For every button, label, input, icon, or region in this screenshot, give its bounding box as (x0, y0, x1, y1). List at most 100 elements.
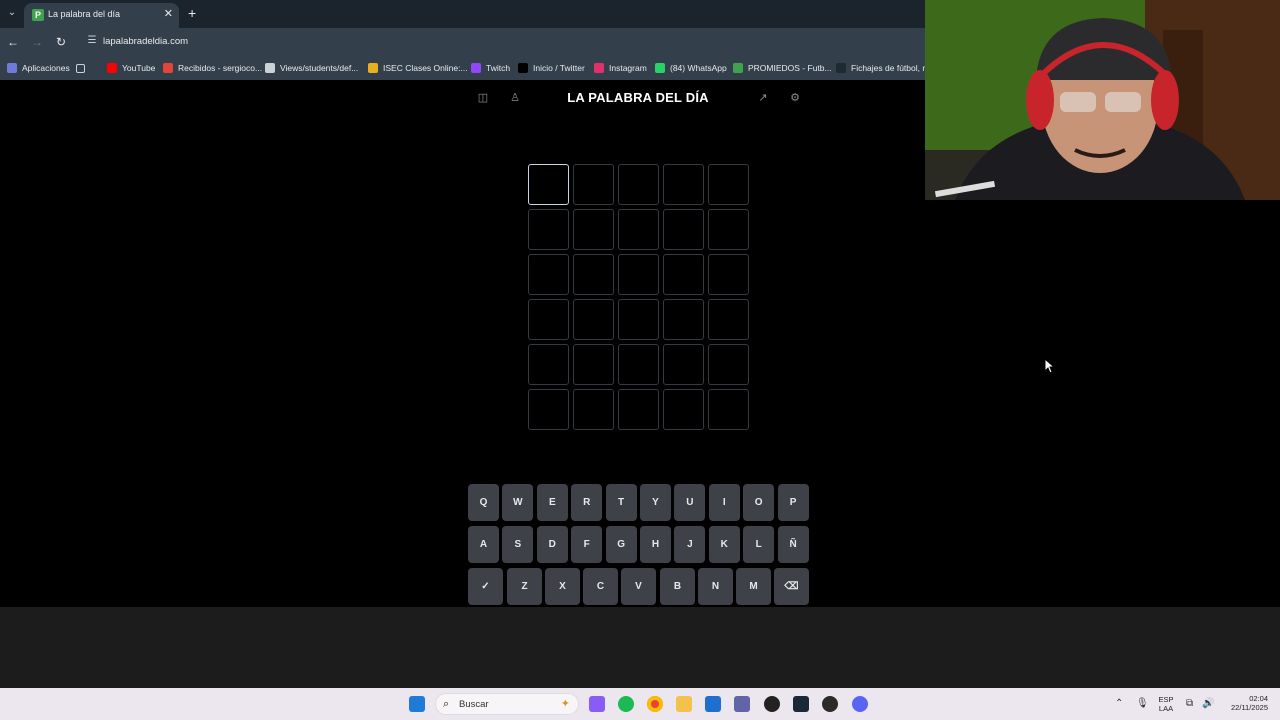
store-icon[interactable] (705, 696, 721, 712)
key-r[interactable]: R (571, 484, 603, 521)
browser-tab[interactable]: P La palabra del día ✕ (24, 3, 179, 28)
microphone-icon[interactable]: 🎙 (1136, 698, 1149, 710)
board-cell (528, 164, 569, 205)
chrome-icon[interactable] (647, 696, 663, 712)
reload-icon[interactable]: ↻ (53, 34, 69, 50)
volume-icon[interactable]: 🔊 (1202, 698, 1214, 710)
obs-icon[interactable] (764, 696, 780, 712)
teams-icon[interactable] (734, 696, 750, 712)
bookmark-promiedos[interactable]: PROMIEDOS - Futb... (733, 62, 832, 74)
key-h[interactable]: H (640, 526, 671, 563)
bookmark-instagram[interactable]: Instagram (594, 62, 647, 74)
lang-top: ESP (1158, 695, 1174, 704)
settings-icon[interactable]: ⚙ (788, 91, 802, 105)
discord-icon[interactable] (852, 696, 868, 712)
key-m[interactable]: M (736, 568, 771, 605)
key-a[interactable]: A (468, 526, 499, 563)
lang-bottom: LAA (1158, 704, 1174, 713)
bookmark-fichajes[interactable]: Fichajes de fútbol, r... (836, 62, 932, 74)
key-b[interactable]: B (660, 568, 695, 605)
bookmark-label: (84) WhatsApp (670, 63, 727, 73)
x-icon (518, 63, 528, 73)
tab-search-icon[interactable]: ⌄ (4, 5, 20, 21)
key-u[interactable]: U (674, 484, 706, 521)
taskbar-search[interactable]: ⌕ Buscar ✦ (435, 693, 579, 715)
copilot-icon[interactable] (589, 696, 605, 712)
key-k[interactable]: K (708, 526, 740, 563)
language-indicator[interactable]: ESP LAA (1156, 695, 1176, 713)
steam-icon[interactable] (793, 696, 809, 712)
bookmark-twitter[interactable]: Inicio / Twitter (518, 62, 585, 74)
key-c[interactable]: C (583, 568, 618, 605)
backspace-key[interactable]: ⌫ (774, 568, 809, 605)
browser-toolbar: ← → ↻ ☰ lapalabradeldia.com (0, 28, 925, 55)
key-l[interactable]: L (743, 526, 775, 563)
windows-start-icon[interactable] (409, 696, 425, 712)
bookmark-views[interactable]: Views/students/def... (265, 62, 358, 74)
key-ñ[interactable]: Ñ (777, 526, 809, 563)
isec-icon (368, 63, 378, 73)
spotify-icon[interactable] (618, 696, 634, 712)
key-t[interactable]: T (605, 484, 637, 521)
bookmark-youtube[interactable]: YouTube (107, 62, 155, 74)
transfermarkt-icon (836, 63, 846, 73)
key-n[interactable]: N (698, 568, 733, 605)
bookmark-label: Twitch (486, 63, 511, 73)
key-f[interactable]: F (571, 526, 603, 563)
board-cell (708, 209, 749, 250)
bookmark-label: Recibidos - sergioco... (178, 63, 263, 73)
board-cell (528, 254, 569, 295)
bookmark-gmail[interactable]: Recibidos - sergioco... (163, 62, 262, 74)
bookmark-twitch[interactable]: Twitch (471, 62, 510, 74)
bookmark-isec[interactable]: ISEC Clases Online:... (368, 62, 468, 74)
board-cell (663, 254, 704, 295)
board-cell (618, 389, 659, 430)
key-x[interactable]: X (545, 568, 580, 605)
promiedos-icon (733, 63, 743, 73)
bookmark-label: Aplicaciones (22, 63, 70, 73)
sidebar-icon[interactable]: ◫ (476, 91, 490, 105)
board-cell (663, 299, 704, 340)
key-j[interactable]: J (674, 526, 706, 563)
key-v[interactable]: V (621, 568, 656, 605)
board-cell (708, 254, 749, 295)
tab-title: La palabra del día (48, 9, 121, 19)
new-tab-button[interactable]: + (188, 5, 196, 21)
tab-grid-button[interactable] (76, 62, 90, 74)
bookmark-label: Instagram (609, 63, 647, 73)
enter-key[interactable]: ✓ (468, 568, 503, 605)
bookmark-whatsapp[interactable]: (84) WhatsApp (655, 62, 727, 74)
key-d[interactable]: D (536, 526, 568, 563)
forward-icon[interactable]: → (29, 34, 45, 50)
address-bar[interactable]: ☰ lapalabradeldia.com (80, 31, 920, 52)
key-w[interactable]: W (502, 484, 534, 521)
key-i[interactable]: I (708, 484, 740, 521)
board-cell (618, 209, 659, 250)
key-p[interactable]: P (777, 484, 809, 521)
key-y[interactable]: Y (640, 484, 671, 521)
board-cell (663, 164, 704, 205)
key-s[interactable]: S (502, 526, 534, 563)
key-o[interactable]: O (743, 484, 775, 521)
bookmark-label: PROMIEDOS - Futb... (748, 63, 832, 73)
key-q[interactable]: Q (468, 484, 499, 521)
key-g[interactable]: G (605, 526, 637, 563)
board-cell (663, 344, 704, 385)
board-cell (528, 209, 569, 250)
network-icon[interactable]: ⧉ (1186, 698, 1193, 710)
key-e[interactable]: E (536, 484, 568, 521)
clock[interactable]: 02:04 22/11/2025 (1222, 694, 1268, 712)
epic-icon[interactable] (822, 696, 838, 712)
stats-icon[interactable]: ↗ (756, 91, 770, 105)
back-icon[interactable]: ← (5, 34, 21, 50)
file-explorer-icon[interactable] (676, 696, 692, 712)
close-tab-icon[interactable]: ✕ (164, 8, 173, 20)
board-cell (618, 164, 659, 205)
key-z[interactable]: Z (507, 568, 542, 605)
site-info-icon[interactable]: ☰ (86, 35, 98, 47)
profile-icon[interactable]: ♙ (508, 91, 522, 105)
clock-date: 22/11/2025 (1231, 703, 1268, 712)
chevron-up-icon[interactable]: ⌃ (1115, 698, 1123, 710)
bookmark-apps[interactable]: Aplicaciones (7, 62, 70, 74)
board-cell (528, 299, 569, 340)
